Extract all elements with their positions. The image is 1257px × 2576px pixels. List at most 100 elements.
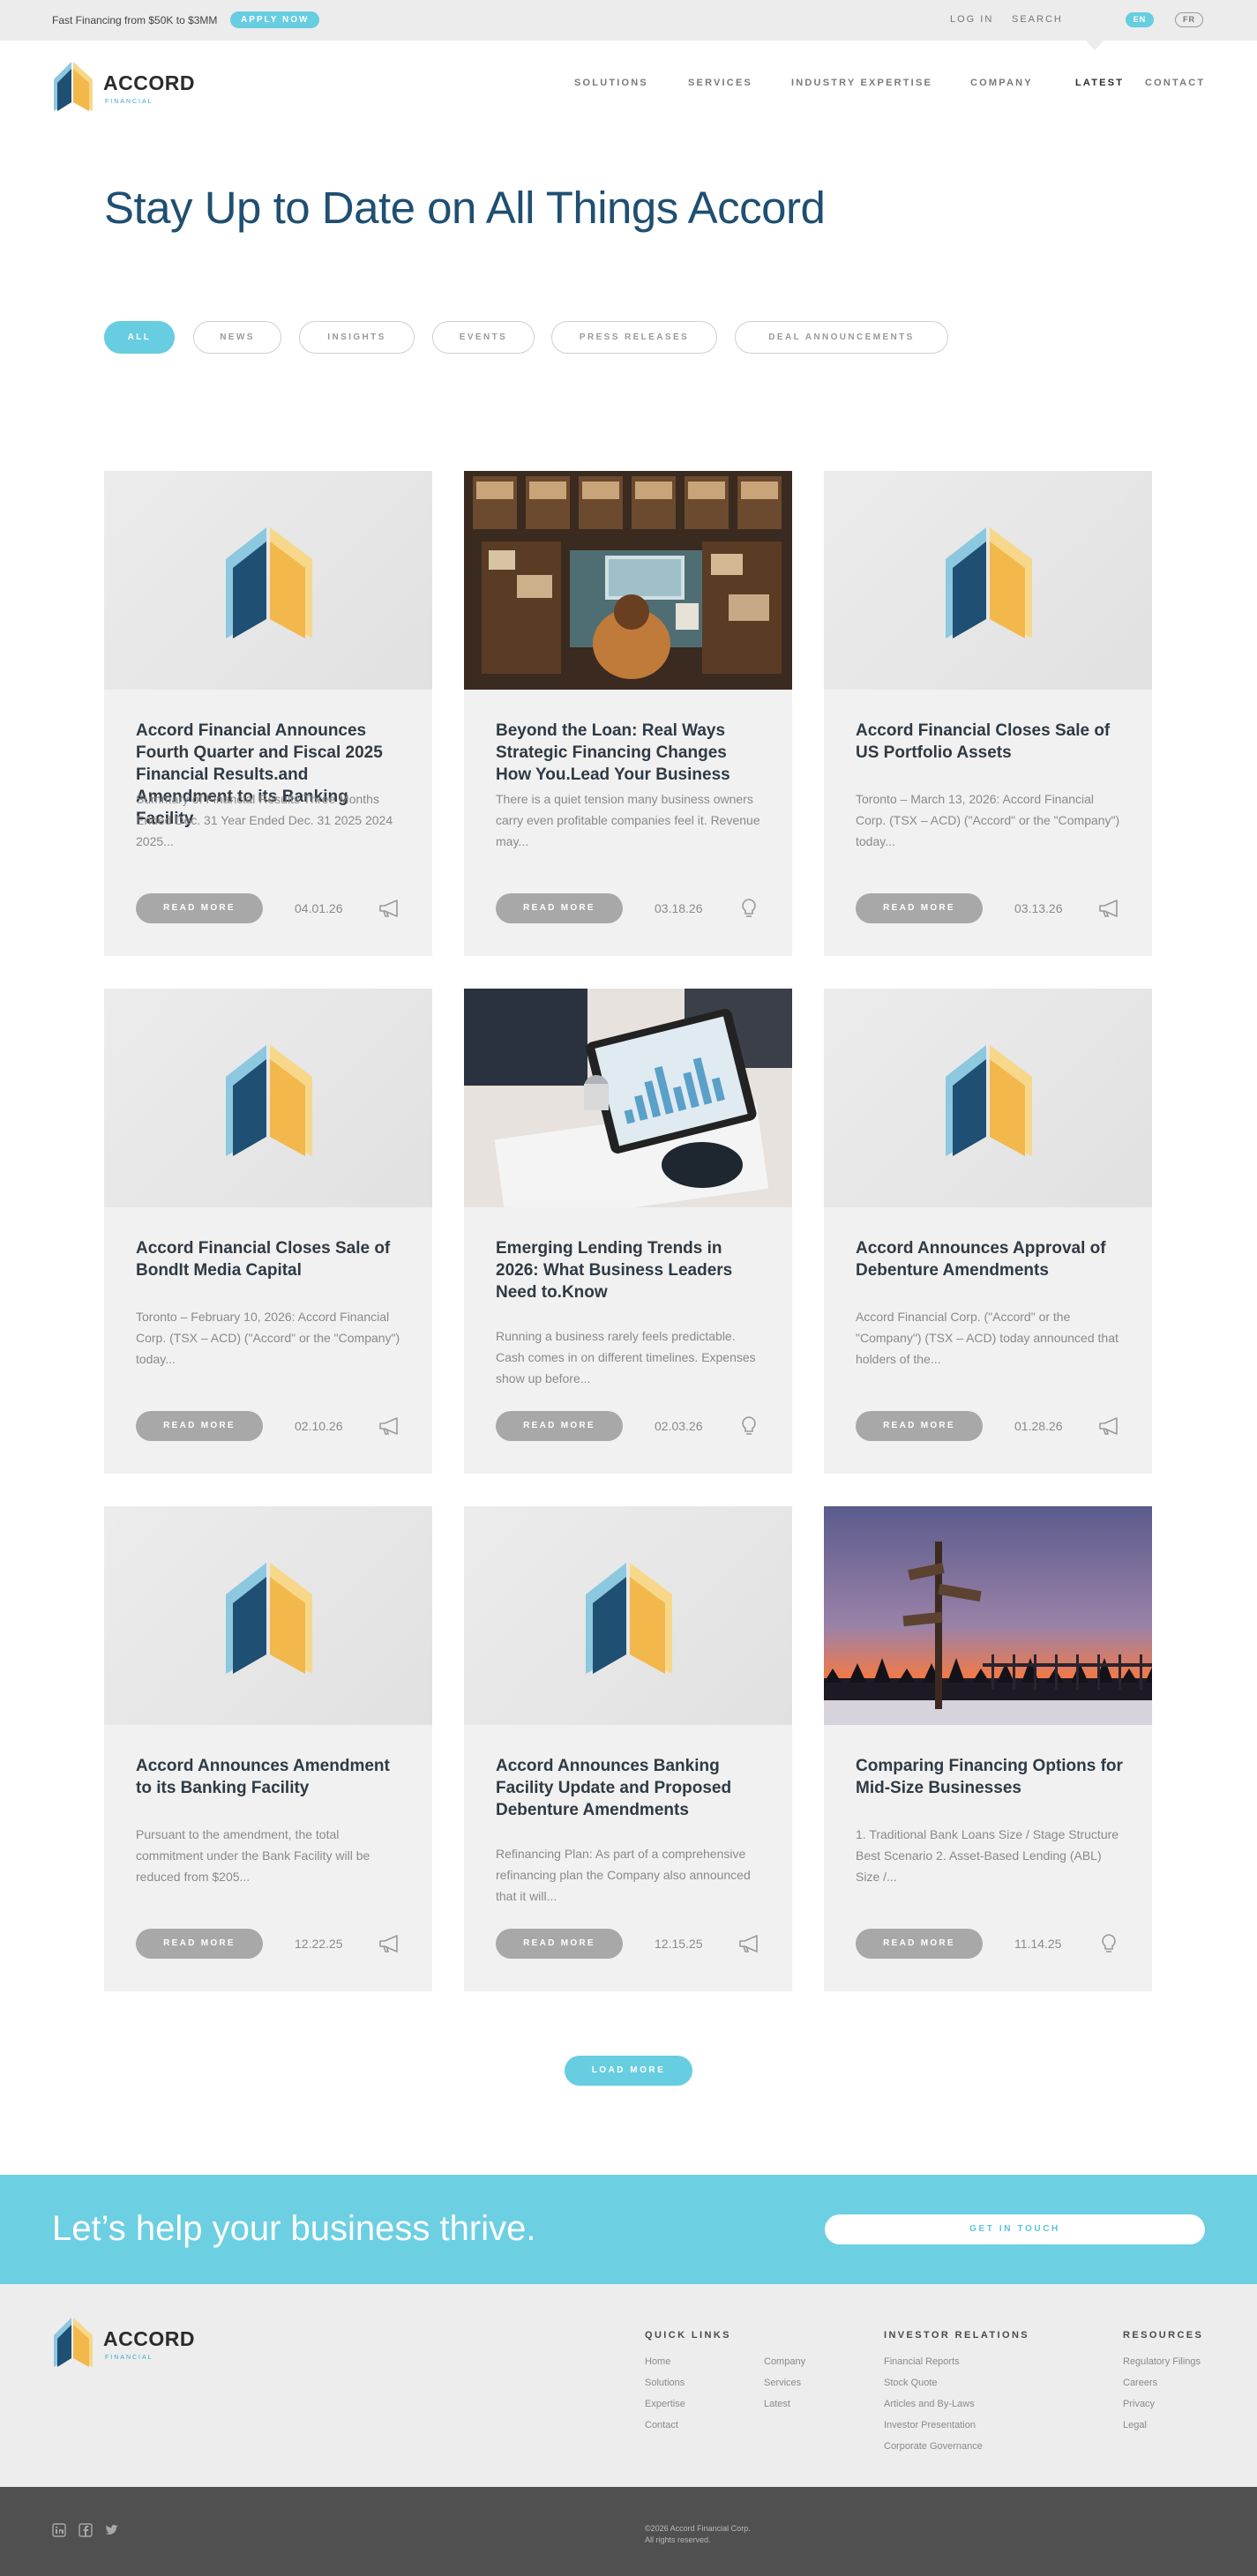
nav-services[interactable]: SERVICES bbox=[688, 78, 752, 88]
post-card[interactable]: Emerging Lending Trends in 2026: What Bu… bbox=[464, 989, 792, 1474]
read-more-button[interactable]: READ MORE bbox=[856, 1411, 983, 1441]
filter-news[interactable]: NEWS bbox=[193, 321, 281, 354]
post-card-media[interactable] bbox=[104, 1506, 432, 1725]
post-card[interactable]: Comparing Financing Options for Mid-Size… bbox=[824, 1506, 1152, 1991]
read-more-button[interactable]: READ MORE bbox=[136, 1411, 263, 1441]
footer: ACCORD FINANCIAL QUICK LINKS Home Soluti… bbox=[0, 2284, 1257, 2487]
post-card-media[interactable] bbox=[464, 471, 792, 690]
megaphone-icon bbox=[737, 1933, 761, 1954]
lightbulb-icon bbox=[737, 898, 761, 919]
post-card-title[interactable]: Accord Financial Closes Sale of US Portf… bbox=[856, 720, 1125, 764]
post-card-excerpt: Running a business rarely feels predicta… bbox=[496, 1329, 756, 1385]
post-card-title[interactable]: Accord Announces Approval of Debenture A… bbox=[856, 1237, 1125, 1281]
filter-insights[interactable]: INSIGHTS bbox=[299, 321, 415, 354]
filter-deal-announcements[interactable]: DEAL ANNOUNCEMENTS bbox=[735, 321, 948, 354]
footer-link[interactable]: Home bbox=[645, 2356, 670, 2367]
login-link[interactable]: LOG IN bbox=[950, 14, 993, 25]
post-card[interactable]: Accord Financial Closes Sale of US Portf… bbox=[824, 471, 1152, 956]
filter-press-releases[interactable]: PRESS RELEASES bbox=[551, 321, 717, 354]
apply-now-button[interactable]: APPLY NOW bbox=[230, 11, 320, 28]
post-card-date: 01.28.26 bbox=[1014, 1419, 1063, 1433]
linkedin-icon[interactable] bbox=[52, 2523, 66, 2537]
footer-resources-heading: RESOURCES bbox=[1123, 2330, 1204, 2341]
search-link[interactable]: SEARCH bbox=[1012, 14, 1063, 25]
post-card-media[interactable] bbox=[104, 471, 432, 690]
footer-bottom-bar: ©2026 Accord Financial Corp. All rights … bbox=[0, 2487, 1257, 2576]
post-card-media[interactable] bbox=[824, 1506, 1152, 1725]
post-card-title[interactable]: Accord Financial Closes Sale of BondIt M… bbox=[136, 1237, 405, 1281]
nav-latest[interactable]: LATEST bbox=[1075, 78, 1124, 88]
footer-link[interactable]: Services bbox=[764, 2378, 801, 2388]
footer-link[interactable]: Contact bbox=[645, 2420, 678, 2430]
post-card[interactable]: Beyond the Loan: Real Ways Strategic Fin… bbox=[464, 471, 792, 956]
post-card-media[interactable] bbox=[824, 471, 1152, 690]
post-card-title[interactable]: Beyond the Loan: Real Ways Strategic Fin… bbox=[496, 720, 765, 786]
language-en-toggle[interactable]: EN bbox=[1126, 12, 1154, 27]
post-card-media[interactable] bbox=[824, 989, 1152, 1207]
footer-link[interactable]: Financial Reports bbox=[884, 2356, 960, 2367]
brand-name: ACCORD bbox=[103, 71, 195, 94]
post-card-excerpt: Toronto – March 13, 2026: Accord Financi… bbox=[856, 792, 1120, 848]
post-card[interactable]: Accord Announces Approval of Debenture A… bbox=[824, 989, 1152, 1474]
footer-link[interactable]: Investor Presentation bbox=[884, 2420, 976, 2430]
facebook-icon[interactable] bbox=[79, 2523, 93, 2537]
footer-logo[interactable]: ACCORD FINANCIAL bbox=[52, 2316, 194, 2369]
accord-logo[interactable]: ACCORD FINANCIAL bbox=[52, 60, 195, 113]
nav-solutions[interactable]: SOLUTIONS bbox=[574, 78, 648, 88]
footer-link[interactable]: Careers bbox=[1123, 2378, 1157, 2388]
read-more-button[interactable]: READ MORE bbox=[856, 893, 983, 923]
post-card-date: 12.22.25 bbox=[295, 1937, 343, 1951]
read-more-button[interactable]: READ MORE bbox=[496, 893, 623, 923]
post-card-excerpt: 1. Traditional Bank Loans Size / Stage S… bbox=[856, 1827, 1119, 1884]
post-card-date: 11.14.25 bbox=[1014, 1937, 1062, 1951]
footer-link[interactable]: Expertise bbox=[645, 2399, 685, 2409]
post-card[interactable]: Accord Announces Banking Facility Update… bbox=[464, 1506, 792, 1991]
accord-logo-mark-icon bbox=[54, 62, 93, 111]
footer-link[interactable]: Solutions bbox=[645, 2378, 685, 2388]
footer-investor-heading: INVESTOR RELATIONS bbox=[884, 2330, 1030, 2341]
post-card-title[interactable]: Comparing Financing Options for Mid-Size… bbox=[856, 1755, 1125, 1799]
read-more-button[interactable]: READ MORE bbox=[496, 1929, 623, 1959]
post-card-title[interactable]: Emerging Lending Trends in 2026: What Bu… bbox=[496, 1237, 765, 1303]
post-card-excerpt: Summary of Financial Results Three Month… bbox=[136, 792, 393, 848]
get-in-touch-button[interactable]: GET IN TOUCH bbox=[825, 2214, 1205, 2244]
read-more-button[interactable]: READ MORE bbox=[136, 893, 263, 923]
footer-link[interactable]: Stock Quote bbox=[884, 2378, 938, 2388]
footer-link[interactable]: Corporate Governance bbox=[884, 2441, 983, 2452]
load-more-button[interactable]: LOAD MORE bbox=[565, 2056, 692, 2086]
footer-link[interactable]: Privacy bbox=[1123, 2399, 1155, 2409]
post-card-title[interactable]: Accord Announces Amendment to its Bankin… bbox=[136, 1755, 405, 1799]
lightbulb-icon bbox=[737, 1415, 761, 1437]
read-more-button[interactable]: READ MORE bbox=[136, 1929, 263, 1959]
footer-link[interactable]: Company bbox=[764, 2356, 805, 2367]
footer-link[interactable]: Legal bbox=[1123, 2420, 1147, 2430]
tablet-chart-photo-image bbox=[464, 989, 792, 1207]
filter-all[interactable]: ALL bbox=[104, 321, 175, 354]
post-card-media[interactable] bbox=[464, 989, 792, 1207]
read-more-button[interactable]: READ MORE bbox=[856, 1929, 983, 1959]
post-card[interactable]: Accord Financial Closes Sale of BondIt M… bbox=[104, 989, 432, 1474]
post-card-excerpt: Pursuant to the amendment, the total com… bbox=[136, 1827, 370, 1884]
nav-contact[interactable]: CONTACT bbox=[1145, 78, 1205, 88]
language-fr-toggle[interactable]: FR bbox=[1175, 12, 1203, 27]
footer-link[interactable]: Articles and By-Laws bbox=[884, 2399, 975, 2409]
nav-company[interactable]: COMPANY bbox=[970, 78, 1033, 88]
accord-logo-mark-icon bbox=[946, 527, 1032, 638]
post-card[interactable]: Accord Financial Announces Fourth Quarte… bbox=[104, 471, 432, 956]
post-card-media[interactable] bbox=[104, 989, 432, 1207]
page-title: Stay Up to Date on All Things Accord bbox=[104, 183, 826, 233]
post-card-date: 02.10.26 bbox=[295, 1419, 343, 1433]
footer-link[interactable]: Latest bbox=[764, 2399, 790, 2409]
twitter-icon[interactable] bbox=[105, 2523, 119, 2537]
footer-link[interactable]: Regulatory Filings bbox=[1123, 2356, 1201, 2367]
read-more-button[interactable]: READ MORE bbox=[496, 1411, 623, 1441]
nav-industry-expertise[interactable]: INDUSTRY EXPERTISE bbox=[791, 78, 932, 88]
post-card-media[interactable] bbox=[464, 1506, 792, 1725]
accord-logo-mark-icon bbox=[586, 1563, 672, 1674]
accord-logo-mark-icon bbox=[54, 2318, 93, 2367]
footer-brand-sub: FINANCIAL bbox=[105, 2355, 153, 2361]
post-card-date: 02.03.26 bbox=[655, 1419, 703, 1433]
post-card-title[interactable]: Accord Announces Banking Facility Update… bbox=[496, 1755, 765, 1821]
filter-events[interactable]: EVENTS bbox=[432, 321, 535, 354]
post-card[interactable]: Accord Announces Amendment to its Bankin… bbox=[104, 1506, 432, 1991]
